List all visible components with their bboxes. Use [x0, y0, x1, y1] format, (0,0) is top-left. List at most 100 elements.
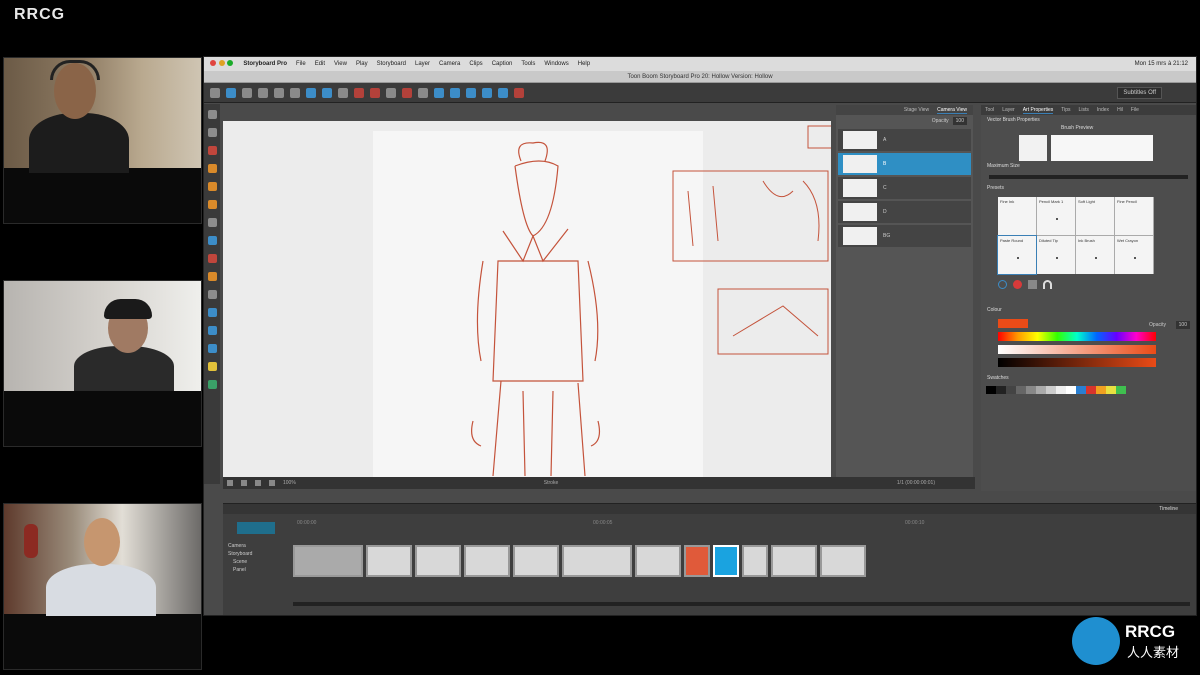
swatch[interactable] [1056, 386, 1066, 394]
transform-tool-icon[interactable] [207, 128, 217, 137]
panel-thumbnail[interactable] [742, 545, 768, 577]
swatch[interactable] [1006, 386, 1016, 394]
saturation-slider[interactable] [998, 345, 1156, 354]
delete-panel-icon[interactable] [402, 87, 412, 98]
text-tool-icon[interactable] [207, 218, 217, 227]
tab-index[interactable]: Index [1097, 107, 1109, 113]
stamp-tool-icon[interactable] [207, 182, 217, 191]
menu-caption[interactable]: Caption [492, 61, 513, 67]
no-entry-icon[interactable] [998, 280, 1007, 289]
hue-slider[interactable] [998, 332, 1156, 341]
opacity-field[interactable]: 100 [952, 117, 967, 125]
swatch[interactable] [1086, 386, 1096, 394]
menu-windows[interactable]: Windows [544, 61, 568, 67]
swatch[interactable] [996, 386, 1006, 394]
current-colour-swatch[interactable] [998, 319, 1028, 328]
grid-icon[interactable] [242, 87, 252, 98]
track-scene[interactable]: Scene [225, 558, 291, 566]
settings-gear-icon[interactable] [338, 87, 348, 98]
preset-tile[interactable]: Pencil Mark 1 [1037, 197, 1075, 235]
timeline-scrollbar[interactable] [293, 602, 1190, 606]
cutter-tool-icon[interactable] [207, 272, 217, 281]
layer-row[interactable]: A [838, 129, 971, 151]
swatch[interactable] [1096, 386, 1106, 394]
panel-thumbnail[interactable] [635, 545, 681, 577]
menu-file[interactable]: File [296, 61, 306, 67]
rotate-tool-icon[interactable] [207, 326, 217, 335]
panel-thumbnail[interactable] [464, 545, 510, 577]
tab-file[interactable]: File [1131, 107, 1139, 113]
swatch[interactable] [1016, 386, 1026, 394]
record-icon[interactable] [1013, 280, 1022, 289]
tab-stage-view[interactable]: Stage View [904, 107, 929, 113]
panel-icon[interactable] [274, 87, 284, 98]
panel-thumbnail[interactable] [513, 545, 559, 577]
lightbulb-icon[interactable] [207, 362, 217, 371]
preset-tile[interactable]: Soft Light [1076, 197, 1114, 235]
camera-tool-icon[interactable] [207, 308, 217, 317]
eraser-tool-icon[interactable] [207, 254, 217, 263]
camera-icon[interactable] [290, 87, 300, 98]
import-icon[interactable] [466, 87, 476, 98]
preset-tile-selected[interactable]: Paste Round [997, 235, 1037, 275]
layer-row[interactable]: BG [838, 225, 971, 247]
preset-tile[interactable]: Diluted Tip [1037, 236, 1075, 274]
menu-play[interactable]: Play [356, 61, 368, 67]
hand-tool-icon[interactable] [207, 290, 217, 299]
play-icon[interactable] [482, 87, 492, 98]
zoom-tool-icon[interactable] [207, 344, 217, 353]
panel-thumbnail[interactable] [366, 545, 412, 577]
value-slider[interactable] [998, 358, 1156, 367]
panel-thumbnail[interactable] [415, 545, 461, 577]
stage-view-canvas[interactable] [223, 121, 831, 477]
menu-help[interactable]: Help [578, 61, 590, 67]
layer-row[interactable]: C [838, 177, 971, 199]
menu-layer[interactable]: Layer [415, 61, 430, 67]
menu-app[interactable]: Storyboard Pro [243, 61, 287, 67]
layer-row[interactable]: D [838, 201, 971, 223]
fit-view-icon[interactable] [227, 480, 233, 486]
tab-art-properties[interactable]: Art Properties [1022, 107, 1054, 114]
track-panel[interactable]: Panel [225, 566, 291, 574]
zoom-level[interactable]: 100% [283, 480, 296, 486]
record-icon[interactable] [514, 87, 524, 98]
tab-camera-view[interactable]: Camera View [937, 107, 967, 114]
track-storyboard[interactable]: Storyboard [225, 550, 291, 558]
lock-icon[interactable] [1028, 280, 1037, 289]
3d-icon[interactable] [434, 87, 444, 98]
facebook-icon[interactable] [418, 87, 428, 98]
track-camera[interactable]: Camera [225, 542, 291, 550]
menu-clips[interactable]: Clips [469, 61, 482, 67]
new-panel-icon[interactable] [386, 87, 396, 98]
panel-thumbnail[interactable] [293, 545, 363, 577]
menu-camera[interactable]: Camera [439, 61, 460, 67]
brush-tool-icon[interactable] [226, 87, 236, 98]
close-window-icon[interactable] [210, 60, 216, 66]
swatch[interactable] [1026, 386, 1036, 394]
preset-tile[interactable]: Ink Brush [1076, 236, 1114, 274]
swatch[interactable] [1076, 386, 1086, 394]
reference-icon[interactable] [207, 380, 217, 389]
paint-tool-icon[interactable] [207, 200, 217, 209]
layer-row-selected[interactable]: B [838, 153, 971, 175]
swatch[interactable] [1106, 386, 1116, 394]
colour-opacity-field[interactable]: 100 [1175, 321, 1190, 329]
tab-tips[interactable]: Tips [1061, 107, 1070, 113]
safe-area-icon[interactable] [255, 480, 261, 486]
panel-thumbnail-selected[interactable] [713, 545, 739, 577]
light-table-icon[interactable] [370, 87, 380, 98]
timeline-ruler[interactable]: 00:00:00 00:00:05 00:00:10 [293, 520, 1190, 528]
brush-tool-icon[interactable] [207, 146, 217, 155]
sound-icon[interactable] [498, 87, 508, 98]
menu-edit[interactable]: Edit [315, 61, 325, 67]
onion-icon[interactable] [269, 480, 275, 486]
zoom-window-icon[interactable] [227, 60, 234, 66]
onion-skin-icon[interactable] [354, 87, 364, 98]
panel-thumbnail[interactable] [820, 545, 866, 577]
subtitle-select[interactable]: Subtitles Off [1117, 86, 1162, 99]
pencil-tool-icon[interactable] [207, 164, 217, 173]
grid-toggle-icon[interactable] [241, 480, 247, 486]
swatch[interactable] [1046, 386, 1056, 394]
layout-icon[interactable] [258, 87, 268, 98]
panel-thumbnail[interactable] [684, 545, 710, 577]
